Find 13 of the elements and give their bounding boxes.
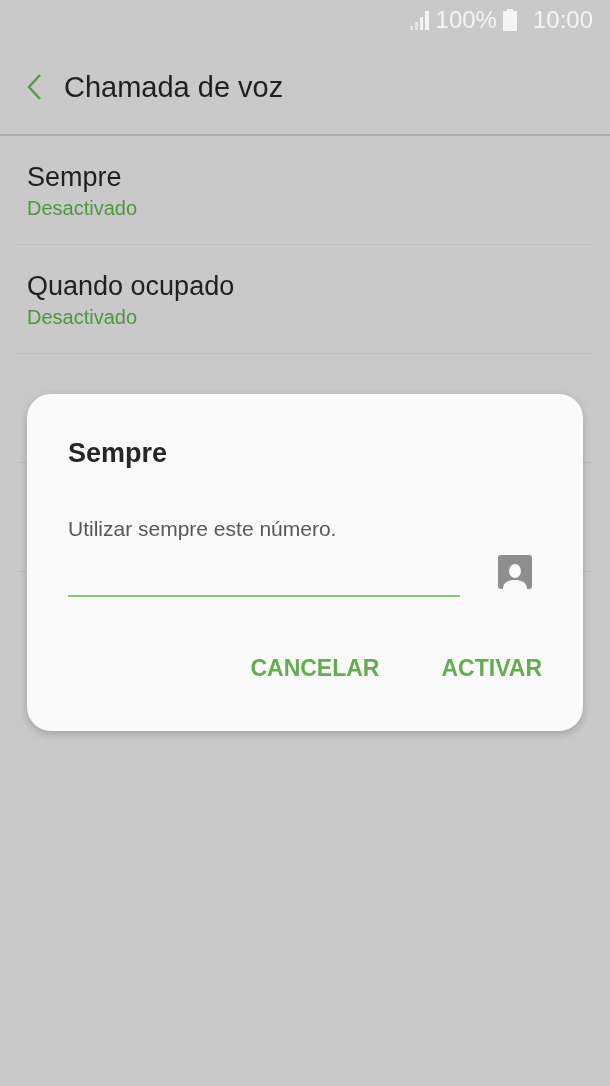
dialog-message: Utilizar sempre este número. (68, 517, 338, 541)
battery-icon (502, 9, 517, 31)
dialog-title: Sempre (68, 438, 169, 469)
option-title[interactable]: Sempre (27, 162, 122, 193)
back-button[interactable] (26, 73, 42, 101)
contact-button[interactable] (498, 555, 532, 589)
page-title: Chamada de voz (64, 70, 284, 104)
option-status: Desactivado (27, 197, 138, 220)
back-icon (26, 73, 42, 101)
signal-icon (409, 10, 430, 30)
option-title[interactable]: Quando ocupado (27, 271, 235, 302)
person-icon (501, 561, 529, 589)
option-status: Desactivado (27, 306, 138, 329)
